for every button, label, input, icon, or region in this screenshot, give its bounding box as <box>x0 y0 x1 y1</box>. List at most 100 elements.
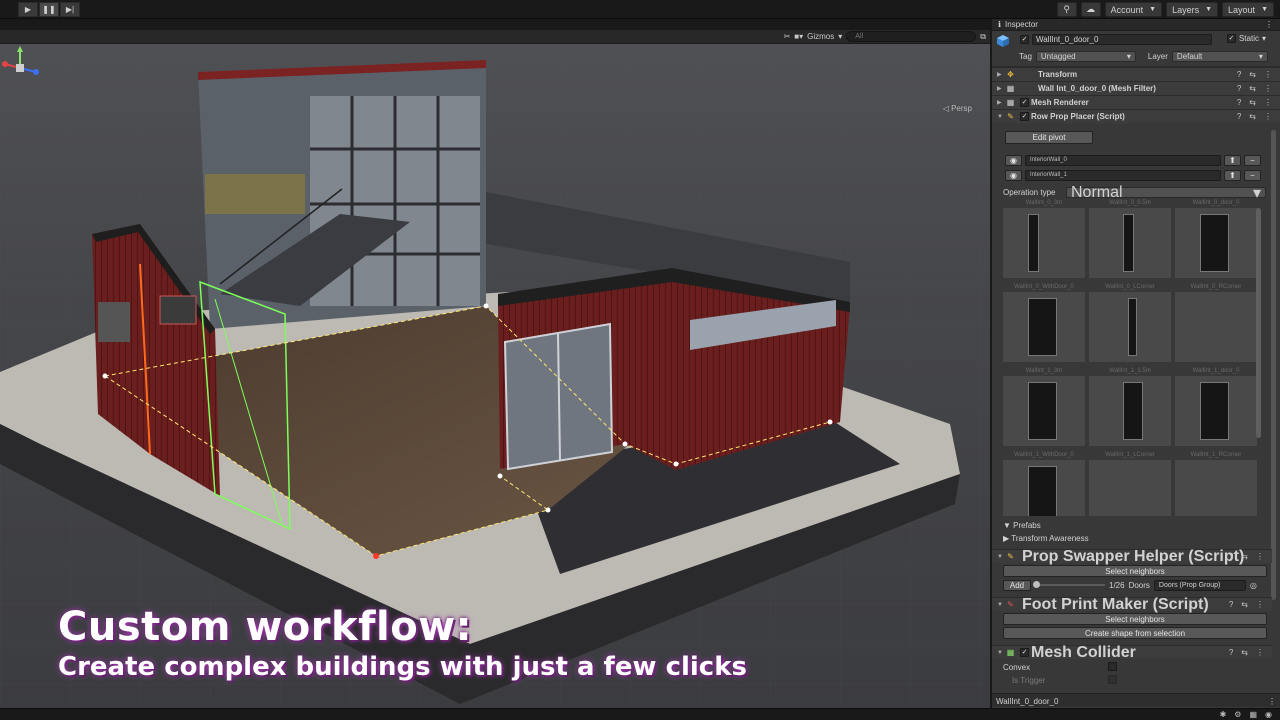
more-icon[interactable]: ⋮ <box>1264 70 1272 79</box>
prop-slider[interactable] <box>1033 581 1105 588</box>
footprint-select-neighbors-button[interactable]: Select neighbors <box>1003 613 1267 625</box>
component-prop-swapper[interactable]: ▼ ✎ Prop Swapper Helper (Script) ? ⇆ ⋮ <box>992 548 1272 565</box>
convex-checkbox[interactable] <box>1108 662 1117 671</box>
component-mesh-renderer[interactable]: ▶ ▦ ✓ Mesh Renderer ? ⇆ ⋮ <box>992 95 1280 109</box>
scene-view[interactable]: ◁ Persp Custom workflow: <box>0 44 990 708</box>
maximize-icon[interactable]: ⧉ <box>980 32 986 42</box>
static-checkbox[interactable]: ✓ <box>1226 34 1236 43</box>
layout-icon[interactable]: ▦ <box>1249 710 1257 719</box>
layout-dropdown[interactable]: Layout ▼ <box>1222 2 1274 17</box>
settings-icon[interactable]: ⚙ <box>1234 710 1241 719</box>
component-row-prop-placer[interactable]: ▼ ✎ ✓ Row Prop Placer (Script) ? ⇆ ⋮ <box>992 109 1280 123</box>
prefab-tile[interactable]: WallInt_0_door_0 <box>1175 199 1257 283</box>
create-shape-button[interactable]: Create shape from selection <box>1003 627 1267 639</box>
prefab-tile[interactable]: WallInt_1_door_0 <box>1175 367 1257 451</box>
prefab-tile[interactable]: WallInt_0_3m <box>1003 199 1085 283</box>
prefabs-foldout[interactable]: ▼ Prefabs <box>1003 521 1041 530</box>
active-checkbox[interactable]: ✓ <box>1020 35 1029 44</box>
gizmos-dropdown[interactable]: Gizmos <box>807 32 834 41</box>
collapse-arrow-icon[interactable]: ▼ <box>997 650 1005 656</box>
prefab-tile[interactable]: WallInt_0_LCorner <box>1089 283 1171 367</box>
more-icon[interactable]: ⋮ <box>1256 648 1264 657</box>
prefab-tile[interactable]: WallInt_1_WithDoor_0 <box>1003 451 1085 516</box>
collapse-arrow-icon[interactable]: ▼ <box>997 554 1005 560</box>
help-icon[interactable]: ? <box>1237 112 1241 121</box>
layers-dropdown[interactable]: Layers ▼ <box>1166 2 1219 17</box>
prefab-tile[interactable]: WallInt_1_3m <box>1003 367 1085 451</box>
account-dropdown[interactable]: Account ▼ <box>1104 2 1163 17</box>
component-mesh-filter[interactable]: ▶ ▦ Wall Int_0_door_0 (Mesh Filter) ? ⇆ ⋮ <box>992 81 1280 95</box>
preset-icon[interactable]: ⇆ <box>1249 112 1256 121</box>
cloud-icon[interactable]: ☁ <box>1080 2 1101 17</box>
help-icon[interactable]: ? <box>1229 648 1233 657</box>
preset-icon[interactable]: ⇆ <box>1241 552 1248 561</box>
collapse-arrow-icon[interactable]: ▼ <box>997 114 1005 120</box>
remove-icon[interactable]: − <box>1244 169 1261 181</box>
select-neighbors-button[interactable]: Select neighbors <box>1003 565 1267 577</box>
step-button[interactable]: ▶| <box>60 2 80 17</box>
mesh-collider-checkbox[interactable]: ✓ <box>1020 648 1029 657</box>
tab-inspector[interactable]: ℹ Inspector ⋮ <box>992 19 1280 31</box>
preset-icon[interactable]: ⇆ <box>1249 70 1256 79</box>
camera-icon[interactable]: ■▾ <box>794 32 803 41</box>
preset-icon[interactable]: ⇆ <box>1249 84 1256 93</box>
help-icon[interactable]: ? <box>1229 552 1233 561</box>
search-icon[interactable]: ⚲ <box>1056 2 1077 17</box>
inspector-scrollbar[interactable] <box>1271 130 1276 600</box>
preset-icon[interactable]: ⇆ <box>1241 600 1248 609</box>
wall-field-0[interactable]: InteriorWall_0 <box>1025 154 1221 166</box>
slider-handle[interactable] <box>1033 581 1040 588</box>
target-icon[interactable]: ◎ <box>1250 581 1257 590</box>
layer-dropdown[interactable]: Default ▾ <box>1171 51 1268 62</box>
component-transform[interactable]: ▶ ✥ Transform ? ⇆ ⋮ <box>992 67 1280 81</box>
prop-group-field[interactable]: Doors (Prop Group) <box>1153 579 1246 591</box>
help-icon[interactable]: ? <box>1237 70 1241 79</box>
move-up-icon[interactable]: ⬆ <box>1224 169 1241 181</box>
eye-icon[interactable]: ◉ <box>1005 169 1022 181</box>
grid-scrollbar[interactable] <box>1256 208 1261 438</box>
expand-arrow-icon[interactable]: ▶ <box>997 85 1005 92</box>
remove-icon[interactable]: − <box>1244 154 1261 166</box>
eye-icon[interactable]: ◉ <box>1005 154 1022 166</box>
prefab-tile[interactable]: WallInt_1_LCorner <box>1089 451 1171 516</box>
edit-pivot-button[interactable]: Edit pivot <box>1005 131 1093 144</box>
prefab-tile[interactable]: WallInt_0_0.5m <box>1089 199 1171 283</box>
expand-arrow-icon[interactable]: ▶ <box>997 99 1005 106</box>
scene-search-input[interactable]: All <box>846 31 977 42</box>
help-icon[interactable]: ? <box>1237 84 1241 93</box>
play-button[interactable]: ▶ <box>18 2 38 17</box>
more-icon[interactable]: ⋮ <box>1265 20 1274 29</box>
tag-dropdown[interactable]: Untagged ▾ <box>1035 51 1136 62</box>
expand-arrow-icon[interactable]: ▶ <box>997 71 1005 78</box>
transform-awareness-foldout[interactable]: ▶ Transform Awareness <box>1003 534 1089 543</box>
object-name-field[interactable]: WallInt_0_door_0 <box>1032 34 1212 45</box>
prefab-tile[interactable]: WallInt_1_RCorner <box>1175 451 1257 516</box>
more-icon[interactable]: ⋮ <box>1264 98 1272 107</box>
persp-label[interactable]: ◁ Persp <box>943 104 972 113</box>
operation-type-dropdown[interactable]: Normal ▾ <box>1066 184 1266 202</box>
help-icon[interactable]: ? <box>1229 600 1233 609</box>
preview-footer[interactable]: WallInt_0_door_0 ⋮ <box>992 693 1280 707</box>
is-trigger-checkbox[interactable] <box>1108 675 1117 684</box>
preset-icon[interactable]: ⇆ <box>1249 98 1256 107</box>
orientation-gizmo[interactable] <box>0 44 40 92</box>
move-up-icon[interactable]: ⬆ <box>1224 154 1241 166</box>
collapse-arrow-icon[interactable]: ▼ <box>997 602 1005 608</box>
prefab-tile[interactable]: WallInt_0_WithDoor_0 <box>1003 283 1085 367</box>
prefab-tile[interactable]: WallInt_0_RCorner <box>1175 283 1257 367</box>
prefab-tile[interactable]: WallInt_1_1.5m <box>1089 367 1171 451</box>
pause-button[interactable]: ❚❚ <box>39 2 59 17</box>
more-icon[interactable]: ⋮ <box>1256 600 1264 609</box>
component-mesh-collider[interactable]: ▼ ▦ ✓ Mesh Collider ? ⇆ ⋮ <box>992 644 1272 661</box>
static-toggle[interactable]: ✓ Static ▾ <box>1226 34 1266 43</box>
bug-icon[interactable]: ✱ <box>1220 710 1227 719</box>
preset-icon[interactable]: ⇆ <box>1241 648 1248 657</box>
help-icon[interactable]: ? <box>1237 98 1241 107</box>
tools-icon[interactable]: ✂ <box>784 32 791 41</box>
more-icon[interactable]: ⋮ <box>1256 552 1264 561</box>
more-icon[interactable]: ⋮ <box>1264 112 1272 121</box>
more-icon[interactable]: ⋮ <box>1268 697 1276 706</box>
wall-field-1[interactable]: InteriorWall_1 <box>1025 169 1221 181</box>
mesh-renderer-checkbox[interactable]: ✓ <box>1020 98 1029 107</box>
notification-icon[interactable]: ◉ <box>1265 710 1272 719</box>
